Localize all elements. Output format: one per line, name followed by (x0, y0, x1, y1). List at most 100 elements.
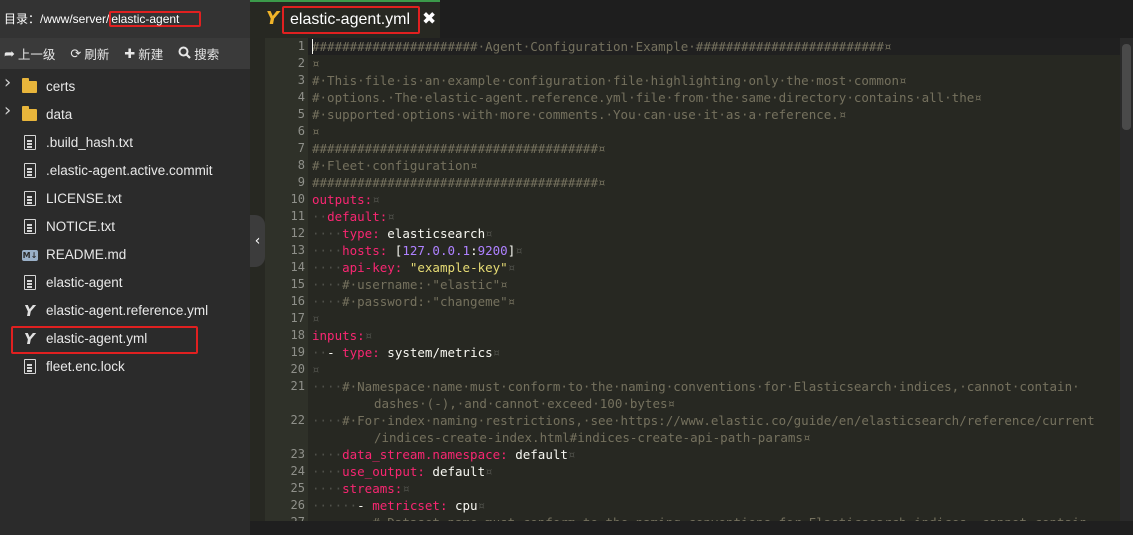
line-number (265, 395, 308, 412)
tab-title: elastic-agent.yml (282, 6, 420, 34)
code-line: ######################################¤ (308, 140, 1120, 157)
code-token: ¤ (312, 362, 320, 377)
code-token: ¤ (567, 447, 576, 462)
tree-item[interactable]: › certs (0, 73, 250, 101)
line-number: 17 (290, 311, 305, 325)
line-number: 24 (290, 464, 305, 478)
arrow-left-icon: ➦ (4, 45, 15, 61)
code-line: ··- type: system/metrics¤ (308, 344, 1120, 361)
code-editor[interactable]: ######################·Agent·Configurati… (308, 38, 1120, 521)
code-token: ···· (312, 260, 343, 275)
code-token: ·· (312, 345, 328, 360)
code-token: 127.0.0.1 (402, 243, 471, 258)
yaml-icon: Y (24, 302, 35, 320)
line-number: 25▾ (265, 480, 319, 497)
file-icon (22, 219, 38, 235)
code-token: ···· (312, 413, 343, 428)
code-token: #·Fleet·configuration¤ (312, 158, 478, 173)
new-button[interactable]: ✚ 新建 (124, 44, 163, 63)
directory-path-prefix: 目录：/www/server/ (4, 12, 110, 26)
new-label: 新建 (138, 48, 164, 62)
tree-item-label: certs (46, 79, 76, 94)
code-token: 9200 (477, 243, 508, 258)
code-token: ¤ (312, 56, 320, 71)
code-line: ······- metricset: cpu¤ (308, 497, 1120, 514)
line-number: 9 (297, 175, 305, 189)
refresh-icon: ⟳ (70, 45, 82, 61)
file-icon (22, 359, 38, 375)
code-line: ····#·For·index·naming·restrictions,·see… (308, 412, 1120, 429)
folder-icon (22, 106, 38, 123)
code-line: ¤ (308, 361, 1120, 378)
line-number: 11▾ (265, 208, 319, 225)
tree-item[interactable]: .build_hash.txt (0, 129, 250, 157)
code-line: ¤ (308, 123, 1120, 140)
file-tree: › certs › data .build_hash.txt .elastic-agent… (0, 73, 250, 381)
editor-status-bar (250, 521, 1133, 535)
code-token: metricset: (372, 498, 448, 513)
file-explorer-sidebar: 目录：/www/server/elastic-agent ➦ 上一级 ⟳ 刷新 … (0, 0, 250, 535)
code-token: ######################################¤ (312, 141, 606, 156)
code-token: ¤ (515, 243, 523, 258)
line-number: 21▾ (265, 378, 319, 395)
editor-scrollbar[interactable] (1120, 38, 1133, 521)
go-up-label: 上一级 (17, 48, 56, 62)
code-token: default: (327, 209, 388, 224)
tree-item-label: LICENSE.txt (46, 191, 122, 206)
tree-item-label: .elastic-agent.active.commit (46, 163, 213, 178)
refresh-button[interactable]: ⟳ 刷新 (70, 44, 109, 63)
tree-item[interactable]: NOTICE.txt (0, 213, 250, 241)
code-token: ¤ (477, 498, 486, 513)
code-token: #·username:·"elastic"¤ (342, 277, 508, 292)
code-token: ···· (312, 226, 343, 241)
line-number: 19 (290, 345, 305, 359)
tab-elastic-agent-yml[interactable]: Y elastic-agent.yml ✖ (250, 0, 440, 38)
tree-item[interactable]: M↓ README.md (0, 241, 250, 269)
code-token: ···· (312, 379, 343, 394)
code-token: ######################·Agent·Configurati… (312, 39, 892, 54)
tree-item[interactable]: › data (0, 101, 250, 129)
code-line: ····#·Namespace·name·must·conform·to·the… (308, 378, 1120, 395)
line-number: 1 (297, 39, 305, 53)
tree-item[interactable]: Yelastic-agent.yml (0, 325, 250, 354)
tree-item[interactable]: Yelastic-agent.reference.yml (0, 297, 250, 325)
chevron-right-icon[interactable]: › (4, 74, 14, 92)
tree-item[interactable]: LICENSE.txt (0, 185, 250, 213)
markdown-icon: M↓ (22, 250, 38, 261)
code-token: ·· (312, 209, 328, 224)
tree-item[interactable]: elastic-agent (0, 269, 250, 297)
line-number: 26▾ (265, 497, 319, 514)
code-token: inputs: (312, 328, 365, 343)
code-line: outputs:¤ (308, 191, 1120, 208)
code-token: system/metrics (379, 345, 493, 360)
code-line: ######################################¤ (308, 174, 1120, 191)
go-up-button[interactable]: ➦ 上一级 (4, 44, 55, 63)
chevron-left-icon: ‹ (254, 233, 261, 249)
search-button[interactable]: 搜索 (178, 44, 219, 63)
code-line: dashes·(-),·and·cannot·exceed·100·bytes¤ (308, 395, 1120, 412)
line-number: 20 (290, 362, 305, 376)
sidebar-collapse-button[interactable]: ‹ (250, 215, 265, 267)
line-number: 16 (290, 294, 305, 308)
tree-item[interactable]: fleet.enc.lock (0, 353, 250, 381)
line-number: 7 (297, 141, 305, 155)
line-number: 18▾ (265, 327, 319, 344)
line-number: 4 (297, 90, 305, 104)
tree-item-label: elastic-agent.reference.yml (46, 303, 209, 318)
refresh-label: 刷新 (84, 48, 110, 62)
close-icon[interactable]: ✖ (422, 9, 436, 29)
line-number: 10▾ (265, 191, 319, 208)
chevron-right-icon[interactable]: › (4, 102, 14, 120)
code-token: - (327, 345, 343, 360)
code-line: ######################·Agent·Configurati… (308, 38, 1120, 55)
code-line: #·Fleet·configuration¤ (308, 157, 1120, 174)
code-token: ···· (312, 277, 343, 292)
file-icon (22, 163, 38, 179)
code-token: type: (342, 226, 380, 241)
code-line: #·options.·The·elastic-agent.reference.y… (308, 89, 1120, 106)
code-token: dashes·(-),·and·cannot·exceed·100·bytes¤ (374, 396, 676, 411)
yaml-icon: Y (266, 8, 280, 29)
scrollbar-thumb[interactable] (1122, 44, 1131, 130)
tree-item[interactable]: .elastic-agent.active.commit (0, 157, 250, 185)
